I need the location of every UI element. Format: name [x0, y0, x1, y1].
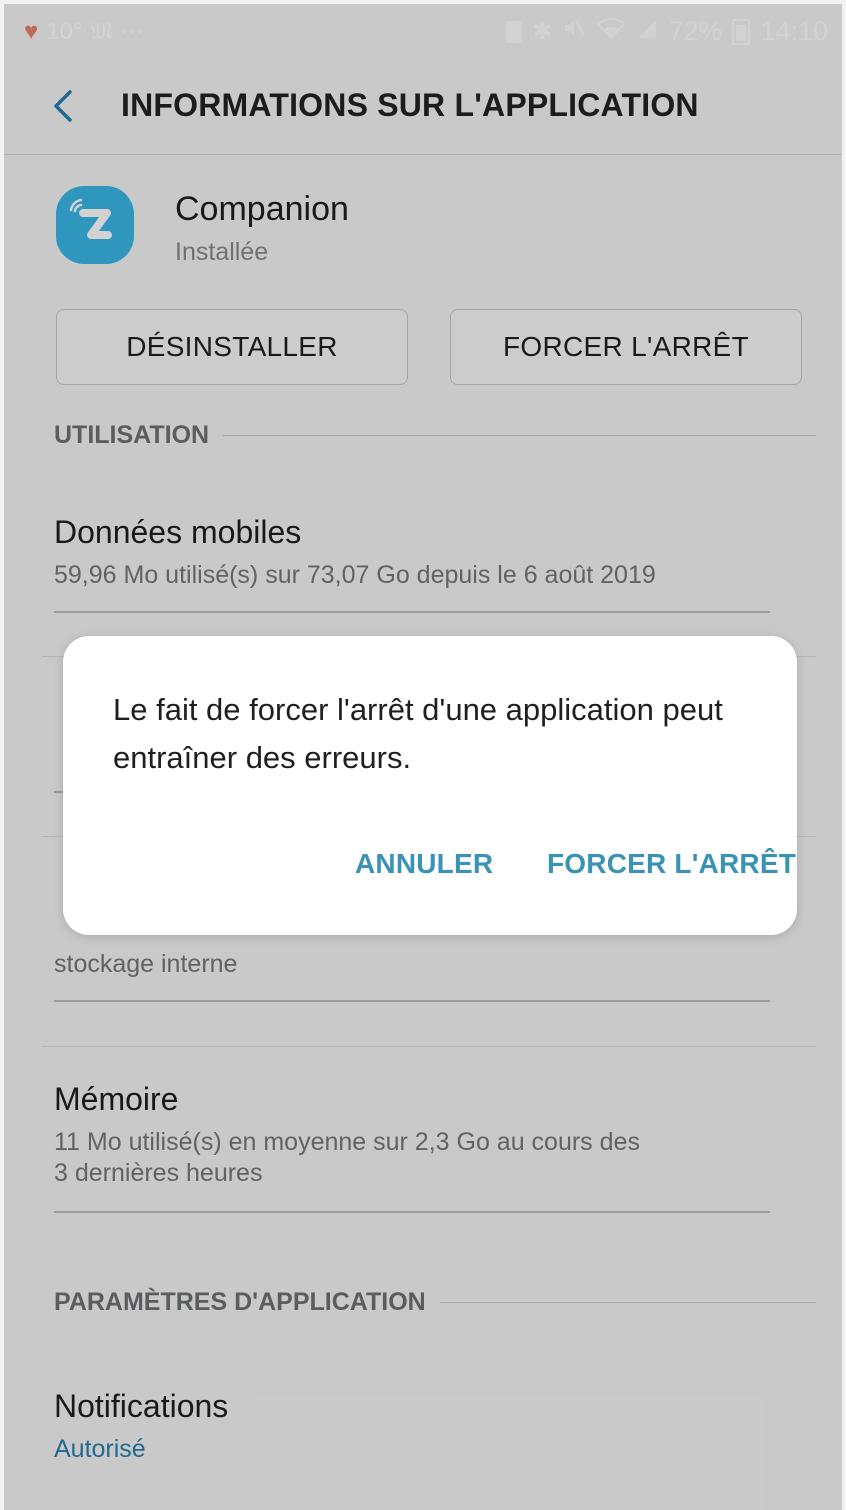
- force-stop-dialog: Le fait de forcer l'arrêt d'une applicat…: [63, 636, 797, 935]
- confirm-force-stop-button[interactable]: FORCER L'ARRÊT: [547, 848, 796, 880]
- app-info-screen: ♥ 10° 𝔐 ··· ✱ 72% 14:10 INFORMATIONS SUR…: [4, 4, 842, 1510]
- cancel-button[interactable]: ANNULER: [355, 848, 493, 880]
- dialog-message: Le fait de forcer l'arrêt d'une applicat…: [113, 692, 723, 775]
